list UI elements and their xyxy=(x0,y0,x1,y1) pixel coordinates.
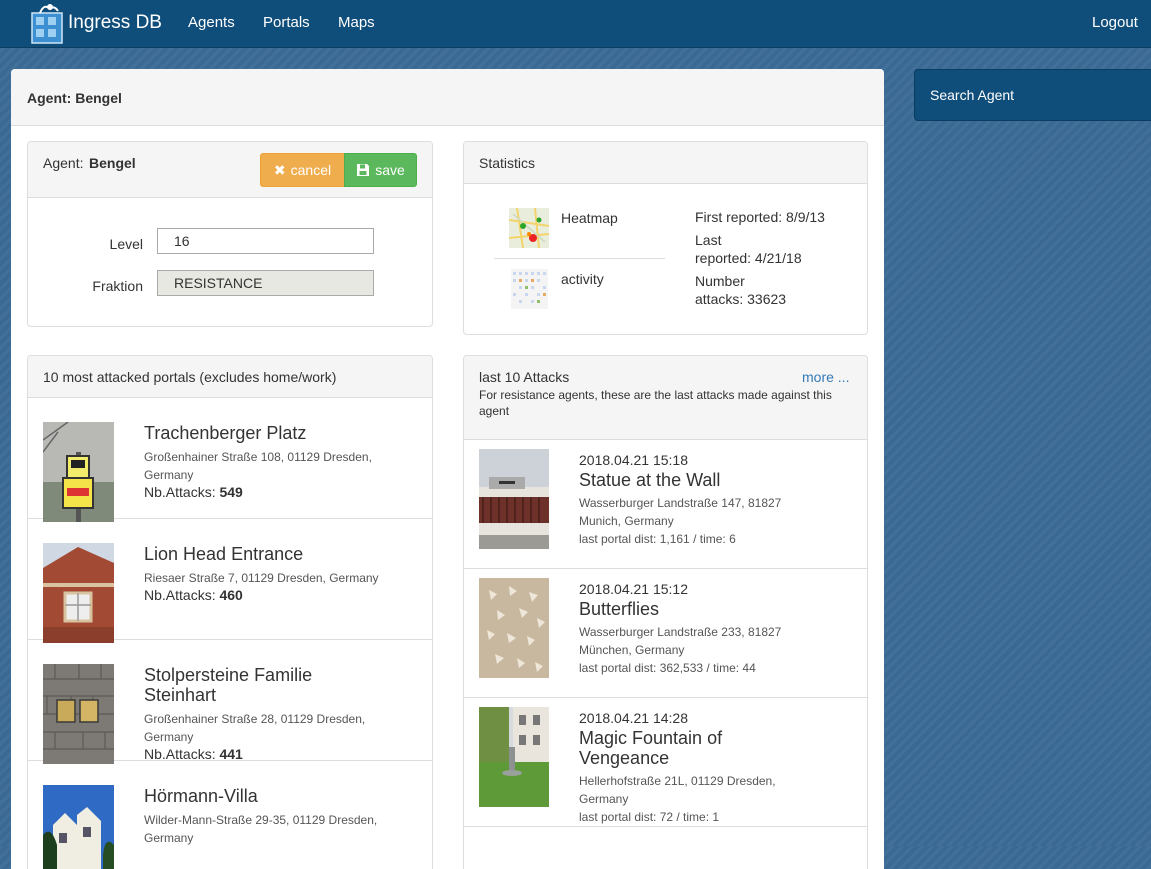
nav-agents[interactable]: Agents xyxy=(188,14,235,31)
brand[interactable]: Ingress DB xyxy=(30,0,162,46)
heatmap-link[interactable]: Heatmap xyxy=(561,210,618,226)
brand-name[interactable]: Ingress DB xyxy=(68,12,162,34)
heatmap-thumbnail-icon[interactable] xyxy=(509,208,549,248)
portal-photo-butterflies xyxy=(479,578,549,678)
search-agent-label: Search Agent xyxy=(930,87,1015,103)
portal-title[interactable]: Trachenberger Platz xyxy=(144,423,306,443)
portal-attack-count: Nb.Attacks: 441 xyxy=(144,746,243,762)
attack-address: Hellerhofstraße 21L, 01129 Dresden, Germ… xyxy=(579,774,776,806)
statistics-header: Statistics xyxy=(464,142,867,184)
attack-portal-title[interactable]: Butterflies xyxy=(579,599,659,619)
portal-photo-brick-building xyxy=(43,543,114,643)
portal-address: Großenhainer Straße 28, 01129 Dresden, G… xyxy=(144,712,366,744)
last-reported-line1: Last xyxy=(695,232,722,248)
portal-attack-count: Nb.Attacks: 460 xyxy=(144,587,243,603)
portal-photo-wall xyxy=(479,449,549,549)
portal-photo-brass-stones xyxy=(43,664,114,764)
cancel-button[interactable]: ✖ cancel xyxy=(260,153,345,187)
faction-field[interactable]: RESISTANCE xyxy=(157,270,374,296)
activity-thumbnail-icon[interactable] xyxy=(511,269,548,309)
portal-list-item[interactable]: Lion Head Entrance Riesaer Straße 7, 011… xyxy=(28,519,432,643)
floppy-disk-icon xyxy=(357,164,370,176)
stats-divider xyxy=(494,258,665,259)
database-logo-icon xyxy=(31,4,63,44)
number-attacks-line2: attacks: 33623 xyxy=(695,291,787,307)
last-attacks-card: last 10 Attacks more ... For resistance … xyxy=(463,355,868,869)
portal-address: Riesaer Straße 7, 01129 Dresden, Germany xyxy=(144,571,379,585)
portal-address: Großenhainer Straße 108, 01129 Dresden, … xyxy=(144,450,372,482)
portal-list-item[interactable]: Stolpersteine Familie Steinhart Großenha… xyxy=(28,640,432,764)
attack-distance: last portal dist: 72 / time: 1 xyxy=(579,810,720,824)
faction-label: Fraktion xyxy=(92,278,143,294)
attack-list-item[interactable]: 2018.04.21 15:12 Butterflies Wasserburge… xyxy=(464,569,867,698)
top-navbar: Ingress DB Agents Portals Maps Logout xyxy=(0,0,1151,48)
portal-list-item[interactable]: Trachenberger Platz Großenhainer Straße … xyxy=(28,398,432,522)
agent-edit-header: Agent: Bengel ✖ cancel save xyxy=(28,142,432,198)
agent-edit-card: Agent: Bengel ✖ cancel save Level Frakti… xyxy=(27,141,433,327)
agent-edit-title-name: Bengel xyxy=(89,155,136,171)
attack-portal-title[interactable]: Magic Fountain of Vengeance xyxy=(579,728,779,768)
agent-heading-name: Bengel xyxy=(75,90,122,106)
first-reported: First reported: 8/9/13 xyxy=(695,209,825,225)
statistics-title: Statistics xyxy=(479,155,536,171)
statistics-card: Statistics Heatmap activity First report… xyxy=(463,141,868,335)
portal-list-item[interactable]: Hörmann-Villa Wilder-Mann-Straße 29-35, … xyxy=(28,761,432,869)
level-label: Level xyxy=(109,236,143,252)
last-attacks-title: last 10 Attacks xyxy=(479,369,570,385)
attack-time: 2018.04.21 14:28 xyxy=(579,710,688,726)
number-attacks-line1: Number xyxy=(695,273,745,289)
save-button[interactable]: save xyxy=(344,153,417,187)
times-icon: ✖ xyxy=(273,161,286,178)
agent-panel-heading: Agent: Bengel xyxy=(11,69,884,126)
nav-logout[interactable]: Logout xyxy=(1092,14,1138,31)
portal-title[interactable]: Lion Head Entrance xyxy=(144,544,303,564)
agent-edit-title-prefix: Agent: xyxy=(43,155,84,171)
portal-title[interactable]: Hörmann-Villa xyxy=(144,786,258,806)
attack-distance: last portal dist: 362,533 / time: 44 xyxy=(579,661,756,675)
portal-photo-bus-stop xyxy=(43,422,114,522)
attack-list-item[interactable]: 2018.04.21 14:28 Magic Fountain of Venge… xyxy=(464,698,867,827)
attack-distance: last portal dist: 1,161 / time: 6 xyxy=(579,532,736,546)
agent-panel: Agent: Bengel Agent: Bengel ✖ cancel sav… xyxy=(11,69,884,869)
most-attacked-title: 10 most attacked portals (excludes home/… xyxy=(43,369,337,385)
nav-portals[interactable]: Portals xyxy=(263,14,310,31)
search-agent-toggle[interactable]: Search Agent xyxy=(914,69,1151,121)
portal-photo-fountain xyxy=(479,707,549,807)
attack-time: 2018.04.21 15:18 xyxy=(579,452,688,468)
agent-heading-prefix: Agent: xyxy=(27,90,72,106)
attack-address: Wasserburger Landstraße 233, 81827 Münch… xyxy=(579,625,782,657)
most-attacked-portals-card: 10 most attacked portals (excludes home/… xyxy=(27,355,433,869)
portal-photo-villa xyxy=(43,785,114,869)
attack-portal-title[interactable]: Statue at the Wall xyxy=(579,470,720,490)
more-attacks-link[interactable]: more ... xyxy=(802,369,849,385)
last-attacks-header: last 10 Attacks more ... For resistance … xyxy=(464,356,867,440)
last-reported-line2: reported: 4/21/18 xyxy=(695,250,802,266)
attack-list-item[interactable]: 2018.04.21 15:18 Statue at the Wall Wass… xyxy=(464,440,867,569)
last-attacks-subtitle: For resistance agents, these are the las… xyxy=(479,388,832,418)
cancel-label: cancel xyxy=(290,162,332,178)
activity-link[interactable]: activity xyxy=(561,271,604,287)
portal-attack-count: Nb.Attacks: 549 xyxy=(144,484,243,500)
level-input[interactable] xyxy=(157,228,374,254)
portal-title[interactable]: Stolpersteine Familie Steinhart xyxy=(144,665,344,705)
most-attacked-header: 10 most attacked portals (excludes home/… xyxy=(28,356,432,398)
nav-maps[interactable]: Maps xyxy=(338,14,375,31)
attack-time: 2018.04.21 15:12 xyxy=(579,581,688,597)
save-label: save xyxy=(375,162,405,178)
attack-address: Wasserburger Landstraße 147, 81827 Munic… xyxy=(579,496,782,528)
portal-address: Wilder-Mann-Straße 29-35, 01129 Dresden,… xyxy=(144,813,378,845)
